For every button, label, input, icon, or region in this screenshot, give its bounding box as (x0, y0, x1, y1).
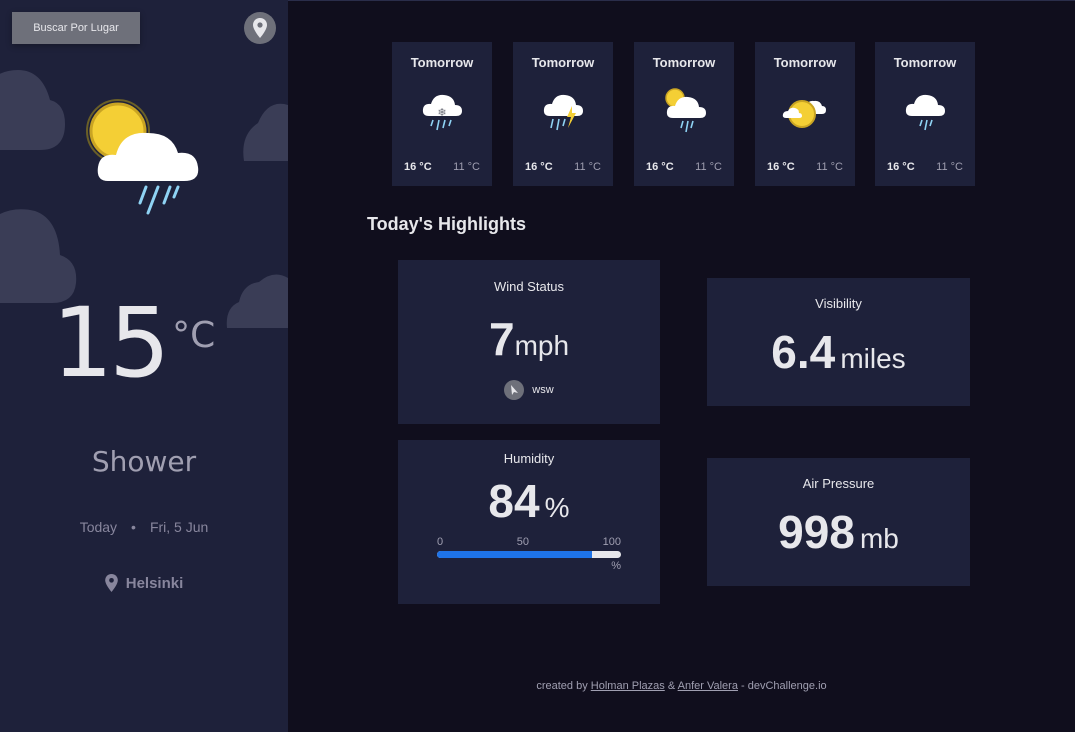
author-link-2[interactable]: Anfer Valera (678, 680, 738, 692)
forecast-card: Tomorrow ❄ 16 °C 11 °C (392, 42, 492, 186)
forecast-min: 11 °C (574, 161, 601, 173)
forecast-card: Tomorrow 16 °C 11 °C (755, 42, 855, 186)
location-row: Helsinki (0, 574, 288, 592)
footer-amp: & (667, 680, 676, 692)
forecast-max: 16 °C (646, 161, 674, 173)
weather-condition: Shower (91, 445, 197, 478)
footer-suffix: - devChallenge.io (741, 680, 827, 692)
pressure-unit: mb (859, 523, 899, 554)
forecast-card: Tomorrow 16 °C 11 °C (875, 42, 975, 186)
forecast-max: 16 °C (404, 161, 432, 173)
wind-direction-label: wsw (532, 384, 554, 396)
search-places-button[interactable]: Buscar Por Lugar (12, 12, 140, 44)
visibility-value: 6.4 (771, 326, 836, 378)
sleet-icon: ❄ (422, 94, 462, 131)
city-name: Helsinki (125, 574, 184, 592)
forecast-day: Tomorrow (410, 55, 474, 70)
humidity-card: Humidity 84 % 0 50 100 % (398, 440, 660, 604)
scale-50: 50 (516, 536, 529, 548)
visibility-card: Visibility 6.4 miles (707, 278, 970, 406)
navigation-arrow-icon (504, 380, 525, 400)
date-label: Today (79, 519, 118, 535)
forecast-min: 11 °C (453, 161, 480, 173)
location-pin-icon (104, 574, 118, 592)
visibility-label: Visibility (815, 296, 862, 311)
forecast-card: Tomorrow 16 °C 11 °C (513, 42, 613, 186)
pressure-value-row: 998 mb (707, 505, 970, 559)
light-rain-icon (905, 94, 945, 131)
location-pin-icon (253, 18, 267, 38)
humidity-value: 84 (488, 475, 540, 527)
scale-100: 100 (602, 536, 621, 548)
forecast-max: 16 °C (767, 161, 795, 173)
visibility-value-row: 6.4 miles (707, 325, 970, 379)
forecast-max: 16 °C (887, 161, 915, 173)
forecast-day: Tomorrow (893, 55, 957, 70)
wind-value: 7 (488, 313, 515, 365)
pressure-value: 998 (778, 506, 855, 558)
wind-unit: mph (514, 330, 570, 361)
temperature-value: 15 (52, 287, 170, 399)
highlights-title: Today's Highlights (367, 214, 526, 234)
humidity-value-row: 84 % (398, 474, 660, 528)
current-location-button[interactable] (244, 12, 276, 44)
footer: created by Holman Plazas & Anfer Valera … (288, 680, 1075, 692)
forecast-min: 11 °C (936, 161, 963, 173)
wind-status-card: Wind Status 7mph wsw (398, 260, 660, 424)
shower-icon (665, 88, 706, 133)
scale-0: 0 (437, 536, 444, 548)
forecast-card: Tomorrow 16 °C 11 °C (634, 42, 734, 186)
humidity-progress: 0 50 100 % (398, 536, 660, 572)
forecast-max: 16 °C (525, 161, 553, 173)
wind-value-row: 7mph (398, 312, 660, 366)
background-cloud-icon (0, 70, 65, 150)
author-link-1[interactable]: Holman Plazas (591, 680, 665, 692)
forecast-day: Tomorrow (531, 55, 595, 70)
wind-label: Wind Status (493, 279, 565, 294)
footer-prefix: created by (536, 680, 588, 692)
wind-direction: wsw (398, 380, 660, 400)
humidity-unit: % (544, 492, 570, 523)
thunderstorm-icon (543, 94, 583, 131)
progress-fill (437, 551, 592, 558)
svg-text:❄: ❄ (437, 106, 446, 119)
forecast-day: Tomorrow (773, 55, 837, 70)
background-cloud-icon (226, 274, 288, 328)
sidebar: Buscar Por Lugar 15 °C Shower Today • Fri,… (0, 0, 288, 732)
main-panel: Tomorrow ❄ 16 °C 11 °C Tomorrow 16 °C 11… (288, 0, 1075, 732)
humidity-label: Humidity (503, 451, 555, 466)
light-cloud-icon (782, 100, 826, 128)
progress-track (437, 551, 621, 558)
forecast-day: Tomorrow (652, 55, 716, 70)
date-value: Fri, 5 Jun (149, 519, 209, 535)
visibility-unit: miles (840, 343, 906, 374)
sun-cloud-rain-icon (86, 99, 199, 215)
forecast-min: 11 °C (695, 161, 722, 173)
date-separator: • (131, 519, 136, 535)
temperature-unit: °C (172, 315, 216, 356)
background-cloud-icon (243, 103, 288, 161)
pressure-label: Air Pressure (802, 476, 875, 491)
forecast-min: 11 °C (816, 161, 843, 173)
date-row: Today • Fri, 5 Jun (0, 519, 288, 535)
progress-unit: % (611, 560, 621, 572)
air-pressure-card: Air Pressure 998 mb (707, 458, 970, 586)
progress-scale: 0 50 100 (437, 536, 621, 548)
current-temperature: 15 °C (52, 295, 215, 391)
